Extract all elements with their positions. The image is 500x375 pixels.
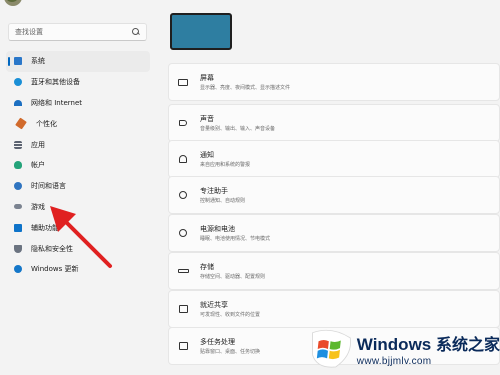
watermark: Windows 系统之家 www.bjjmlv.com bbox=[306, 323, 500, 375]
watermark-brand: Windows bbox=[356, 335, 432, 354]
windows-logo-icon bbox=[312, 329, 351, 368]
watermark-cn: 系统之家 bbox=[435, 337, 500, 354]
red-arrow-annotation bbox=[50, 206, 112, 268]
watermark-url: www.bjjmlv.com bbox=[356, 356, 432, 367]
